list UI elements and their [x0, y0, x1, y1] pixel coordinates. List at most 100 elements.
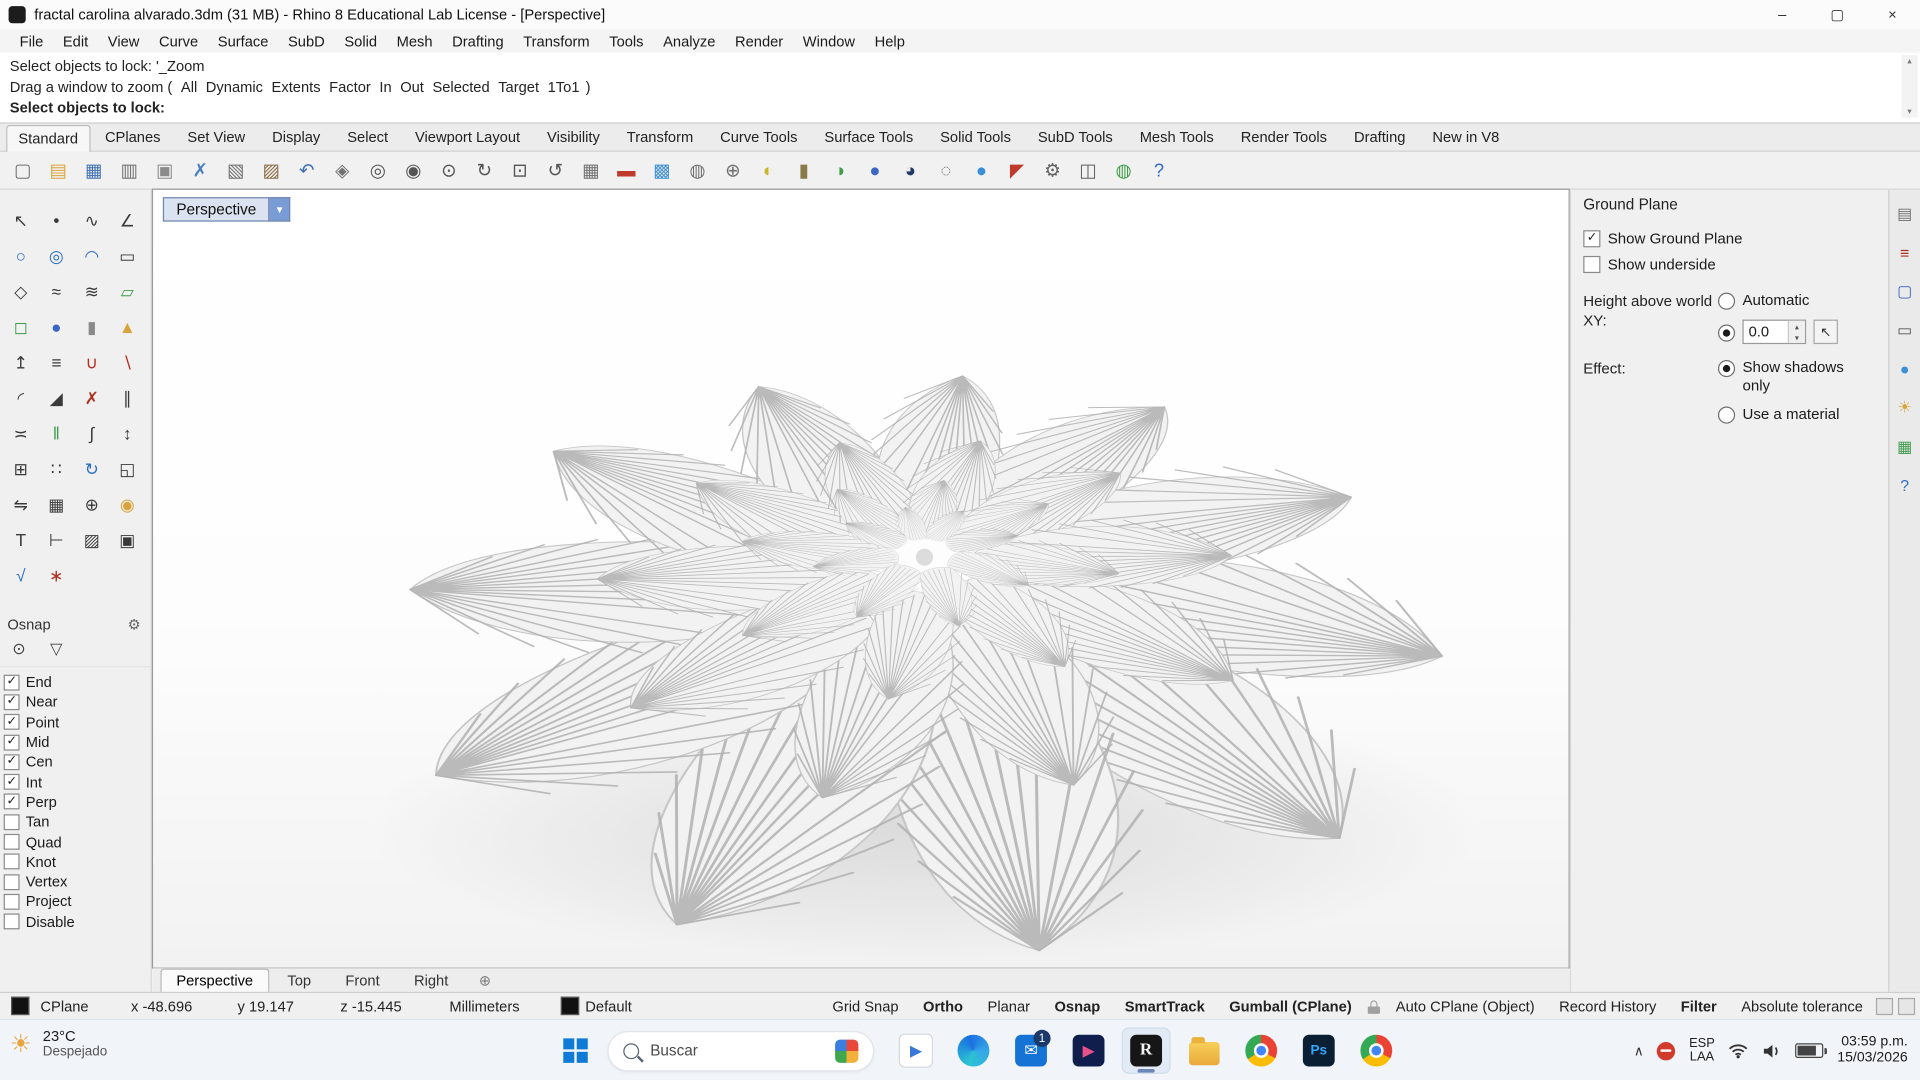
clock-widget[interactable]: 03:59 p.m. 15/03/2026 [1837, 1034, 1907, 1067]
spinner-down-icon[interactable]: ▾ [1789, 332, 1805, 343]
explode-tool[interactable]: ∗ [40, 560, 73, 592]
perp-osnap-checkbox[interactable]: Perp [4, 792, 151, 812]
viewport-tab-move-icon[interactable]: ⊕ [479, 972, 491, 989]
polyline-tool[interactable]: ∠ [111, 204, 144, 236]
panel-properties-icon[interactable]: ▤ [1897, 204, 1912, 224]
menu-item[interactable]: Surface [208, 31, 278, 51]
record-history-toggle[interactable]: Record History [1547, 997, 1669, 1014]
gumball-tool[interactable]: ◉ [111, 489, 144, 521]
scale-tool[interactable]: ◱ [111, 453, 144, 485]
perspective-viewport[interactable]: Perspective ▼ [153, 190, 1569, 968]
help-icon[interactable]: ? [1144, 155, 1175, 186]
cplane-pane[interactable]: CPlane [36, 997, 132, 1014]
menu-item[interactable]: Transform [513, 31, 599, 51]
toolbar-tab[interactable]: New in V8 [1420, 124, 1511, 151]
freeform-curve-tool[interactable]: ≈ [40, 276, 73, 308]
toolbar-tab[interactable]: Solid Tools [928, 124, 1023, 151]
pipe-tool[interactable]: ‖ [40, 418, 73, 450]
grid-snap-toggle[interactable]: Grid Snap [820, 997, 911, 1014]
toolbar-tab[interactable]: Select [335, 124, 400, 151]
zoom-selected-icon[interactable]: ⊙ [433, 155, 464, 186]
toolbar-tab[interactable]: Render Tools [1228, 124, 1339, 151]
project-osnap-icon[interactable]: ⊙ [12, 639, 25, 659]
move-tool[interactable]: ⊞ [4, 453, 37, 485]
command-prompt[interactable]: Select objects to lock: [10, 98, 1910, 119]
osnap-toggle[interactable]: Osnap [1042, 997, 1112, 1014]
hidden-icons-chevron[interactable]: ∧ [1634, 1043, 1644, 1059]
ortho-toggle[interactable]: Ortho [911, 997, 975, 1014]
scroll-up-icon[interactable]: ▴ [1907, 56, 1911, 66]
trim-tool[interactable]: ✗ [75, 382, 108, 414]
shaded-mode-icon[interactable]: ◕ [895, 155, 926, 186]
viewport-title[interactable]: Perspective [163, 197, 270, 221]
select-tool[interactable]: ↖ [4, 204, 37, 236]
point-osnap-checkbox[interactable]: Point [4, 712, 151, 732]
units-pane[interactable]: Millimeters [449, 997, 554, 1014]
show-underside-checkbox[interactable]: Show underside [1583, 251, 1876, 277]
filter-toggle[interactable]: Filter [1669, 997, 1729, 1014]
boolean-difference-tool[interactable]: ∖ [111, 347, 144, 379]
named-views-icon[interactable]: ▬ [611, 155, 642, 186]
new-file-icon[interactable]: ▢ [7, 155, 38, 186]
mirror-tool[interactable]: ⇋ [4, 489, 37, 521]
volume-icon[interactable] [1763, 1043, 1783, 1059]
chrome-browser[interactable] [1237, 1027, 1286, 1074]
ellipse-tool[interactable]: ◎ [40, 240, 73, 272]
project-osnap-checkbox[interactable]: Project [4, 892, 151, 912]
movies-app[interactable]: ▶ [891, 1027, 940, 1074]
viewport-menu-dropdown-icon[interactable]: ▼ [270, 197, 291, 221]
toolbar-tab[interactable]: Drafting [1342, 124, 1418, 151]
panel-sun-icon[interactable]: ☀ [1898, 398, 1912, 418]
orient-tool[interactable]: ⊕ [75, 489, 108, 521]
command-option[interactable]: Selected [432, 78, 489, 95]
height-spinner[interactable]: ▴ ▾ [1788, 321, 1805, 343]
int-osnap-checkbox[interactable]: Int [4, 772, 151, 792]
menu-item[interactable]: Tools [599, 31, 653, 51]
minimize-button[interactable]: – [1755, 0, 1810, 29]
print-icon[interactable]: ▥ [114, 155, 145, 186]
statusbar-extra-button[interactable] [1876, 997, 1893, 1014]
paste-icon[interactable]: ▨ [256, 155, 287, 186]
point-tool[interactable]: • [40, 204, 73, 236]
menu-item[interactable]: Solid [335, 31, 387, 51]
render-blue-icon[interactable]: ● [860, 155, 891, 186]
viewport-tab-perspective[interactable]: Perspective [160, 968, 269, 992]
disable-osnap-checkbox[interactable]: Disable [4, 912, 151, 932]
menu-item[interactable]: Help [865, 31, 915, 51]
pick-height-button[interactable]: ↖ [1813, 320, 1837, 344]
start-button[interactable] [553, 1029, 597, 1073]
curve-tool[interactable]: ∿ [75, 204, 108, 236]
block-tool[interactable]: ▣ [111, 524, 144, 556]
fillet-tool[interactable]: ◜ [4, 382, 37, 414]
current-layer-pane[interactable]: Default [585, 997, 732, 1014]
maximize-button[interactable]: ▢ [1810, 0, 1865, 29]
command-option[interactable]: Dynamic [206, 78, 263, 95]
boolean-union-tool[interactable]: ∪ [75, 347, 108, 379]
dimension-icon[interactable]: ◫ [1073, 155, 1104, 186]
material-sphere-icon[interactable]: ● [966, 155, 997, 186]
undo-icon[interactable]: ↶ [291, 155, 322, 186]
vertex-osnap-checkbox[interactable]: Vertex [4, 872, 151, 892]
taskbar-search[interactable]: Buscar [607, 1030, 874, 1070]
spinner-up-icon[interactable]: ▴ [1789, 321, 1805, 332]
photoshop-app[interactable]: Ps [1294, 1027, 1343, 1074]
file-explorer[interactable] [1179, 1027, 1228, 1074]
layer-color-swatch[interactable] [561, 997, 579, 1015]
language-switcher[interactable]: ESP LAA [1689, 1037, 1715, 1065]
arc-tool[interactable]: ◠ [75, 240, 108, 272]
browser-secondary[interactable] [1352, 1027, 1401, 1074]
toolbar-tab[interactable]: Curve Tools [708, 124, 810, 151]
panel-display-icon[interactable]: ▢ [1897, 282, 1912, 302]
automatic-height-radio[interactable]: Automatic [1718, 291, 1876, 309]
command-option[interactable]: In [379, 78, 391, 95]
polygon-tool[interactable]: ◇ [4, 276, 37, 308]
gumball-toggle[interactable]: Gumball (CPlane) [1217, 997, 1364, 1014]
smarttrack-toggle[interactable]: SmartTrack [1112, 997, 1217, 1014]
weather-widget[interactable]: ☀ 23°C Despejado [10, 1027, 107, 1060]
command-scrollbar[interactable]: ▴ ▾ [1902, 55, 1918, 117]
viewport-tab-top[interactable]: Top [271, 968, 327, 992]
dimension-tool[interactable]: ⊢ [40, 524, 73, 556]
battery-icon[interactable] [1796, 1043, 1824, 1058]
command-option[interactable]: Factor [329, 78, 371, 95]
scroll-down-icon[interactable]: ▾ [1907, 107, 1911, 117]
